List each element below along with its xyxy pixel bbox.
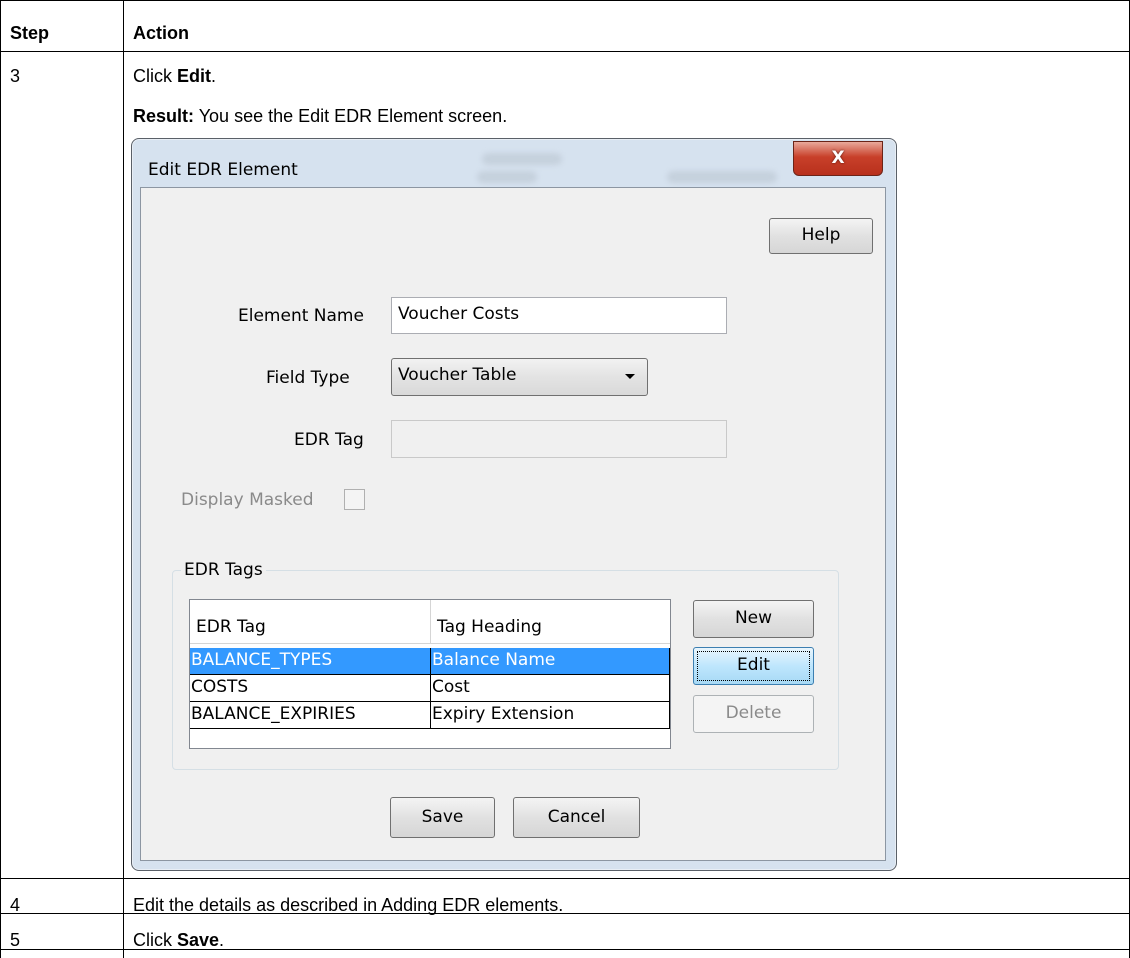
step-4-instruction: Edit the details as described in Adding … bbox=[133, 895, 564, 915]
step-3-instruction: Click Edit. bbox=[133, 66, 217, 86]
help-button[interactable]: Help bbox=[769, 218, 873, 254]
edr-tag-field[interactable] bbox=[391, 420, 727, 458]
display-masked-checkbox[interactable] bbox=[344, 489, 365, 510]
edr-tags-group-label: EDR Tags bbox=[181, 560, 266, 580]
step-3-result: Result: You see the Edit EDR Element scr… bbox=[133, 106, 508, 126]
row-divider-3 bbox=[0, 878, 1130, 879]
header-divider bbox=[0, 51, 1130, 52]
blurred-background bbox=[477, 171, 537, 183]
field-type-selected-value: Voucher Table bbox=[398, 365, 517, 385]
table-row[interactable]: BALANCE_TYPES Balance Name bbox=[190, 648, 670, 675]
edr-tag-label: EDR Tag bbox=[294, 430, 364, 450]
grid-cell-edr-tag: BALANCE_TYPES bbox=[190, 648, 431, 675]
blurred-background bbox=[667, 171, 777, 183]
table-row[interactable]: COSTS Cost bbox=[190, 675, 670, 702]
field-type-dropdown[interactable]: Voucher Table bbox=[391, 358, 648, 396]
step-number-4: 4 bbox=[10, 895, 21, 915]
close-button[interactable]: X bbox=[793, 141, 883, 176]
grid-cell-tag-heading: Cost bbox=[431, 675, 670, 702]
edr-tags-grid[interactable]: EDR Tag Tag Heading BALANCE_TYPES Balanc… bbox=[189, 599, 671, 749]
cancel-button[interactable]: Cancel bbox=[513, 797, 640, 838]
header-step: Step bbox=[10, 23, 50, 43]
column-divider bbox=[123, 0, 124, 958]
chevron-down-icon bbox=[625, 374, 635, 379]
column-header-tag-heading[interactable]: Tag Heading bbox=[431, 600, 670, 644]
dialog-title: Edit EDR Element bbox=[148, 160, 298, 180]
grid-cell-edr-tag: COSTS bbox=[190, 675, 431, 702]
table-row[interactable]: BALANCE_EXPIRIES Expiry Extension bbox=[190, 702, 670, 729]
column-header-edr-tag[interactable]: EDR Tag bbox=[190, 600, 431, 644]
blurred-background bbox=[482, 153, 562, 165]
grid-cell-tag-heading: Balance Name bbox=[431, 648, 670, 675]
field-type-label: Field Type bbox=[266, 368, 350, 388]
save-button[interactable]: Save bbox=[390, 797, 495, 838]
delete-button[interactable]: Delete bbox=[693, 695, 814, 733]
edit-edr-element-dialog: Edit EDR Element X Help Element Name Vou… bbox=[131, 138, 897, 871]
edit-button[interactable]: Edit bbox=[693, 647, 814, 685]
element-name-label: Element Name bbox=[238, 306, 364, 326]
table-border-left bbox=[0, 0, 1, 958]
grid-cell-tag-heading: Expiry Extension bbox=[431, 702, 670, 729]
dialog-body: Help Element Name Voucher Costs Field Ty… bbox=[140, 187, 886, 861]
table-border-top bbox=[0, 0, 1130, 1]
step-number-5: 5 bbox=[10, 930, 21, 950]
focus-rectangle bbox=[697, 651, 810, 681]
close-icon: X bbox=[831, 148, 845, 168]
step-5-instruction: Click Save. bbox=[133, 930, 225, 950]
new-button[interactable]: New bbox=[693, 600, 814, 638]
header-action: Action bbox=[133, 23, 189, 43]
display-masked-label: Display Masked bbox=[181, 490, 314, 510]
grid-cell-edr-tag: BALANCE_EXPIRIES bbox=[190, 702, 431, 729]
step-number-3: 3 bbox=[10, 66, 21, 86]
element-name-field[interactable]: Voucher Costs bbox=[391, 297, 727, 334]
